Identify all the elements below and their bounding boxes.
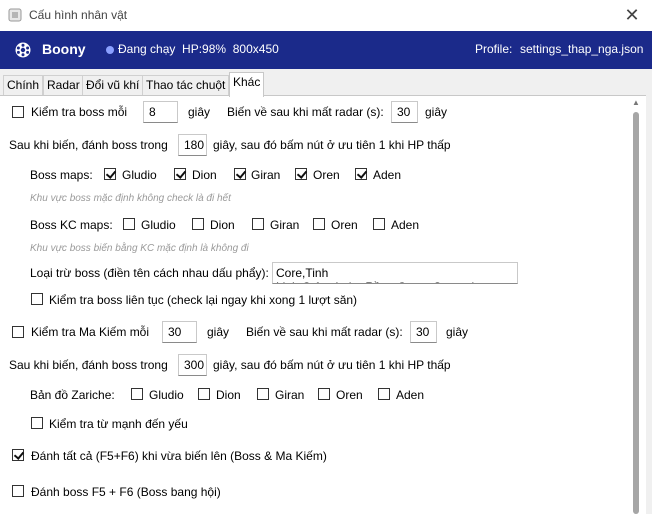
boss-maps-hint: Khu vực boss mặc định không check là đi …: [30, 193, 231, 204]
boss-continuous-label: Kiểm tra boss liên tục (check lại ngay k…: [49, 293, 358, 307]
boss-map-aden-label: Aden: [373, 168, 402, 182]
makiem-check-interval-input[interactable]: 30: [162, 321, 197, 343]
close-icon[interactable]: ✕: [622, 5, 642, 25]
makiem-return-input[interactable]: 30: [410, 321, 437, 343]
makiem-after-input[interactable]: 300: [178, 354, 207, 376]
seconds-label: giây: [188, 105, 211, 119]
scrollbar-thumb[interactable]: [633, 112, 639, 514]
makiem-check-checkbox[interactable]: [12, 326, 24, 338]
makiem-after-label: Sau khi biến, đánh boss trong: [9, 358, 168, 372]
boss-maps-label: Boss maps:: [30, 168, 93, 182]
boss-map-dion-label: Dion: [192, 168, 217, 182]
zariche-map-aden-checkbox[interactable]: [378, 388, 390, 400]
strong-to-weak-checkbox[interactable]: [31, 417, 43, 429]
boss-after-label: Sau khi biến, đánh boss trong: [9, 138, 168, 152]
boss-check-interval-input[interactable]: 8: [143, 101, 178, 123]
kc-map-gludio-label: Gludio: [141, 218, 176, 232]
profile-value: settings_thap_nga.json: [520, 42, 644, 56]
kc-map-dion-checkbox[interactable]: [192, 218, 204, 230]
boss-return-input[interactable]: 30: [391, 101, 418, 123]
tab-doi-vu-khi[interactable]: Đổi vũ khí: [82, 75, 144, 96]
boss-return-label: Biến về sau khi mất radar (s):: [227, 105, 384, 119]
boss-after-suffix: giây, sau đó bấm nút ở ưu tiên 1 khi HP …: [213, 138, 451, 152]
zariche-map-oren-label: Oren: [336, 388, 363, 402]
boss-continuous-checkbox[interactable]: [31, 293, 43, 305]
makiem-check-label: Kiểm tra Ma Kiếm mỗi: [31, 325, 150, 339]
kc-map-oren-checkbox[interactable]: [313, 218, 325, 230]
character-name: Boony: [42, 41, 86, 57]
zariche-map-giran-label: Giran: [275, 388, 305, 402]
kc-map-oren-label: Oren: [331, 218, 358, 232]
boss-exclude-label: Loại trừ boss (điền tên cách nhau dấu ph…: [30, 266, 269, 280]
boss-map-giran-label: Giran: [251, 168, 281, 182]
zariche-maps-label: Bản đồ Zariche:: [30, 388, 115, 402]
boss-map-dion-checkbox[interactable]: [174, 168, 186, 180]
zariche-map-dion-checkbox[interactable]: [198, 388, 210, 400]
status-header: Boony Đang chạy HP:98% 800x450 Profile: …: [0, 31, 652, 69]
boss-after-input[interactable]: 180: [178, 134, 207, 156]
zariche-map-giran-checkbox[interactable]: [257, 388, 269, 400]
seconds-label: giây: [446, 325, 469, 339]
vertical-scrollbar[interactable]: ▲: [631, 96, 641, 514]
title-bar: Cấu hình nhân vật ✕: [0, 0, 652, 31]
status-dot-icon: [106, 46, 114, 54]
boss-kc-maps-label: Boss KC maps:: [30, 218, 113, 232]
boss-kc-hint: Khu vực boss biến bằng KC mặc định là kh…: [30, 243, 249, 254]
tab-radar[interactable]: Radar: [43, 75, 84, 96]
boss-check-label: Kiểm tra boss mỗi: [31, 105, 128, 119]
seconds-label: giây: [207, 325, 230, 339]
makiem-return-label: Biến về sau khi mất radar (s):: [246, 325, 403, 339]
zariche-map-gludio-checkbox[interactable]: [131, 388, 143, 400]
makiem-after-suffix: giây, sau đó bấm nút ở ưu tiên 1 khi HP …: [213, 358, 451, 372]
scroll-up-icon[interactable]: ▲: [631, 98, 641, 107]
boss-map-aden-checkbox[interactable]: [355, 168, 367, 180]
boss-map-oren-label: Oren: [313, 168, 340, 182]
boss-map-giran-checkbox[interactable]: [234, 168, 246, 180]
tab-bar: Chính Radar Đổi vũ khí Thao tác chuột Kh…: [0, 71, 652, 97]
window-title: Cấu hình nhân vật: [29, 8, 128, 22]
boss-check-checkbox[interactable]: [12, 106, 24, 118]
kc-map-giran-label: Giran: [270, 218, 300, 232]
zariche-map-gludio-label: Gludio: [149, 388, 184, 402]
seconds-label: giây: [425, 105, 448, 119]
attack-all-checkbox[interactable]: [12, 449, 24, 461]
zariche-map-aden-label: Aden: [396, 388, 425, 402]
attack-all-label: Đánh tất cả (F5+F6) khi vừa biến lên (Bo…: [31, 449, 327, 463]
tab-thao-tac-chuot[interactable]: Thao tác chuột: [142, 75, 230, 96]
kc-map-aden-checkbox[interactable]: [373, 218, 385, 230]
zariche-map-dion-label: Dion: [216, 388, 241, 402]
tab-khac[interactable]: Khác: [229, 72, 265, 97]
clan-boss-label: Đánh boss F5 + F6 (Boss bang hội): [31, 485, 221, 499]
kc-map-dion-label: Dion: [210, 218, 235, 232]
zariche-map-oren-checkbox[interactable]: [318, 388, 330, 400]
status-text: Đang chạy HP:98% 800x450: [118, 42, 279, 56]
boss-map-gludio-checkbox[interactable]: [104, 168, 116, 180]
kc-map-giran-checkbox[interactable]: [252, 218, 264, 230]
boss-map-oren-checkbox[interactable]: [295, 168, 307, 180]
tab-chinh[interactable]: Chính: [3, 75, 44, 96]
profile-label: Profile:: [475, 42, 513, 56]
gear-icon: [15, 42, 31, 58]
clan-boss-checkbox[interactable]: [12, 485, 24, 497]
strong-to-weak-label: Kiểm tra từ mạnh đến yếu: [49, 417, 188, 431]
app-icon: [8, 8, 22, 22]
boss-exclude-input[interactable]: Core,Tinh Linh,Orfen,Laha,Rồng,Corun,Sam…: [272, 262, 518, 284]
kc-map-aden-label: Aden: [391, 218, 420, 232]
kc-map-gludio-checkbox[interactable]: [123, 218, 135, 230]
boss-map-gludio-label: Gludio: [122, 168, 157, 182]
